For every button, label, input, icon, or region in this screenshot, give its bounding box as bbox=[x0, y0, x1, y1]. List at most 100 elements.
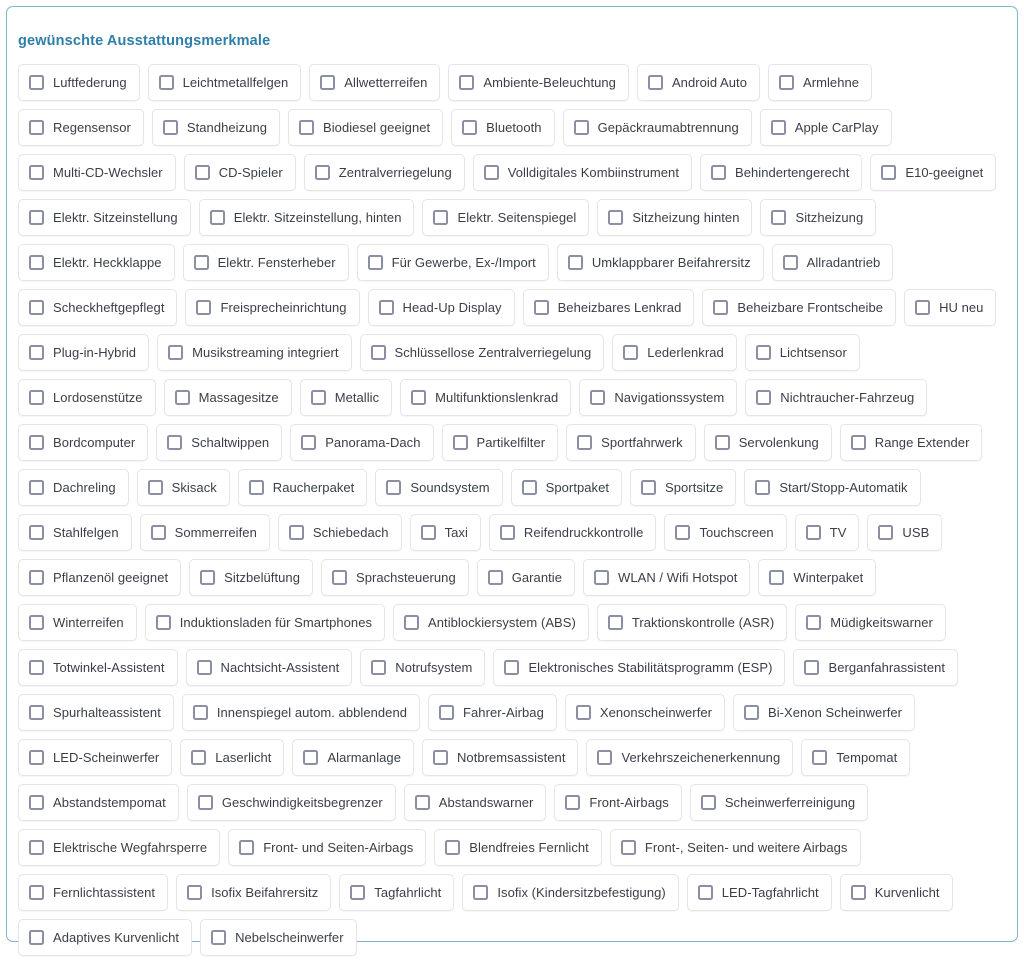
equipment-option[interactable]: Armlehne bbox=[768, 64, 873, 102]
checkbox-unchecked-icon[interactable] bbox=[192, 705, 208, 721]
checkbox-unchecked-icon[interactable] bbox=[878, 525, 894, 541]
checkbox-unchecked-icon[interactable] bbox=[714, 435, 730, 451]
checkbox-unchecked-icon[interactable] bbox=[196, 300, 212, 316]
checkbox-unchecked-icon[interactable] bbox=[404, 615, 420, 631]
checkbox-unchecked-icon[interactable] bbox=[499, 525, 515, 541]
equipment-option[interactable]: Fernlichtassistent bbox=[18, 874, 169, 912]
equipment-option[interactable]: Massagesitze bbox=[163, 379, 292, 417]
equipment-option[interactable]: HU neu bbox=[904, 289, 997, 327]
checkbox-unchecked-icon[interactable] bbox=[29, 255, 44, 271]
checkbox-unchecked-icon[interactable] bbox=[432, 750, 448, 766]
equipment-option[interactable]: Bluetooth bbox=[451, 109, 555, 147]
equipment-option[interactable]: Soundsystem bbox=[375, 469, 503, 507]
checkbox-unchecked-icon[interactable] bbox=[755, 480, 771, 496]
equipment-option[interactable]: Antiblockiersystem (ABS) bbox=[393, 604, 589, 642]
equipment-option[interactable]: Start/Stopp-Automatik bbox=[744, 469, 921, 507]
equipment-option[interactable]: Allradantrieb bbox=[771, 244, 894, 282]
checkbox-unchecked-icon[interactable] bbox=[420, 525, 436, 541]
equipment-option[interactable]: Sportfahrwerk bbox=[566, 424, 696, 462]
equipment-option[interactable]: Sprachsteuerung bbox=[320, 559, 469, 597]
equipment-option[interactable]: Elektr. Heckklappe bbox=[18, 244, 175, 282]
checkbox-unchecked-icon[interactable] bbox=[29, 480, 44, 496]
checkbox-unchecked-icon[interactable] bbox=[533, 300, 549, 316]
checkbox-unchecked-icon[interactable] bbox=[196, 660, 212, 676]
checkbox-unchecked-icon[interactable] bbox=[483, 165, 499, 181]
checkbox-unchecked-icon[interactable] bbox=[411, 390, 427, 406]
equipment-option[interactable]: Touchscreen bbox=[664, 514, 787, 552]
equipment-option[interactable]: Elektr. Sitzeinstellung bbox=[18, 199, 191, 237]
equipment-option[interactable]: Isofix Beifahrersitz bbox=[176, 874, 332, 912]
checkbox-unchecked-icon[interactable] bbox=[29, 570, 44, 586]
equipment-option[interactable]: Scheinwerferreinigung bbox=[689, 784, 869, 822]
equipment-option[interactable]: Raucherpaket bbox=[237, 469, 368, 507]
checkbox-unchecked-icon[interactable] bbox=[29, 930, 44, 946]
equipment-option[interactable]: Xenonscheinwerfer bbox=[564, 694, 726, 732]
equipment-option[interactable]: Dachreling bbox=[18, 469, 129, 507]
checkbox-unchecked-icon[interactable] bbox=[812, 750, 828, 766]
equipment-option[interactable]: Für Gewerbe, Ex-/Import bbox=[356, 244, 549, 282]
equipment-option[interactable]: Range Extender bbox=[839, 424, 983, 462]
equipment-option[interactable]: Behindertengerecht bbox=[700, 154, 863, 192]
equipment-option[interactable]: Zentralverriegelung bbox=[303, 154, 465, 192]
equipment-option[interactable]: Kurvenlicht bbox=[839, 874, 953, 912]
equipment-option[interactable]: Bi-Xenon Scheinwerfer bbox=[733, 694, 916, 732]
checkbox-unchecked-icon[interactable] bbox=[756, 390, 772, 406]
checkbox-unchecked-icon[interactable] bbox=[29, 525, 44, 541]
checkbox-unchecked-icon[interactable] bbox=[577, 435, 593, 451]
checkbox-unchecked-icon[interactable] bbox=[314, 165, 330, 181]
checkbox-unchecked-icon[interactable] bbox=[804, 660, 820, 676]
equipment-option[interactable]: Schlüssellose Zentralverriegelung bbox=[359, 334, 605, 372]
checkbox-unchecked-icon[interactable] bbox=[700, 795, 716, 811]
checkbox-unchecked-icon[interactable] bbox=[504, 660, 520, 676]
equipment-option[interactable]: Multi-CD-Wechsler bbox=[18, 154, 176, 192]
checkbox-unchecked-icon[interactable] bbox=[193, 255, 209, 271]
checkbox-unchecked-icon[interactable] bbox=[744, 705, 760, 721]
equipment-option[interactable]: Sitzheizung hinten bbox=[597, 199, 753, 237]
checkbox-unchecked-icon[interactable] bbox=[575, 705, 591, 721]
equipment-option[interactable]: Laserlicht bbox=[180, 739, 285, 777]
equipment-option[interactable]: USB bbox=[867, 514, 943, 552]
checkbox-unchecked-icon[interactable] bbox=[310, 390, 326, 406]
checkbox-unchecked-icon[interactable] bbox=[462, 120, 478, 136]
checkbox-unchecked-icon[interactable] bbox=[521, 480, 537, 496]
checkbox-unchecked-icon[interactable] bbox=[433, 210, 449, 226]
equipment-option[interactable]: Volldigitales Kombiinstrument bbox=[472, 154, 692, 192]
checkbox-unchecked-icon[interactable] bbox=[29, 390, 44, 406]
equipment-option[interactable]: Luftfederung bbox=[18, 64, 140, 102]
checkbox-unchecked-icon[interactable] bbox=[771, 210, 787, 226]
checkbox-unchecked-icon[interactable] bbox=[29, 705, 44, 721]
checkbox-unchecked-icon[interactable] bbox=[197, 795, 213, 811]
checkbox-unchecked-icon[interactable] bbox=[597, 750, 613, 766]
equipment-option[interactable]: Bordcomputer bbox=[18, 424, 149, 462]
checkbox-unchecked-icon[interactable] bbox=[439, 705, 455, 721]
equipment-option[interactable]: Sommerreifen bbox=[139, 514, 270, 552]
checkbox-unchecked-icon[interactable] bbox=[320, 75, 336, 91]
checkbox-unchecked-icon[interactable] bbox=[414, 795, 430, 811]
equipment-option[interactable]: Notrufsystem bbox=[360, 649, 486, 687]
checkbox-unchecked-icon[interactable] bbox=[590, 390, 606, 406]
equipment-option[interactable]: Sportpaket bbox=[510, 469, 623, 507]
equipment-option[interactable]: Notbremsassistent bbox=[421, 739, 579, 777]
checkbox-unchecked-icon[interactable] bbox=[675, 525, 691, 541]
checkbox-unchecked-icon[interactable] bbox=[567, 255, 583, 271]
checkbox-unchecked-icon[interactable] bbox=[158, 75, 174, 91]
checkbox-unchecked-icon[interactable] bbox=[209, 210, 225, 226]
equipment-option[interactable]: Traktionskontrolle (ASR) bbox=[596, 604, 788, 642]
equipment-option[interactable]: Scheckheftgepflegt bbox=[18, 289, 178, 327]
checkbox-unchecked-icon[interactable] bbox=[29, 660, 44, 676]
equipment-option[interactable]: Partikelfilter bbox=[441, 424, 559, 462]
checkbox-unchecked-icon[interactable] bbox=[350, 885, 366, 901]
equipment-option[interactable]: Garantie bbox=[476, 559, 575, 597]
checkbox-unchecked-icon[interactable] bbox=[301, 435, 317, 451]
checkbox-unchecked-icon[interactable] bbox=[779, 75, 794, 91]
checkbox-unchecked-icon[interactable] bbox=[191, 750, 207, 766]
equipment-option[interactable]: Nichtraucher-Fahrzeug bbox=[745, 379, 928, 417]
equipment-option[interactable]: Front- und Seiten-Airbags bbox=[228, 829, 427, 867]
equipment-option[interactable]: Reifendruckkontrolle bbox=[488, 514, 657, 552]
equipment-option[interactable]: Elektr. Sitzeinstellung, hinten bbox=[198, 199, 415, 237]
equipment-option[interactable]: Schaltwippen bbox=[156, 424, 283, 462]
equipment-option[interactable]: Front-Airbags bbox=[554, 784, 682, 822]
equipment-option[interactable]: Tempomat bbox=[801, 739, 911, 777]
checkbox-unchecked-icon[interactable] bbox=[565, 795, 581, 811]
equipment-option[interactable]: Leichtmetallfelgen bbox=[147, 64, 302, 102]
